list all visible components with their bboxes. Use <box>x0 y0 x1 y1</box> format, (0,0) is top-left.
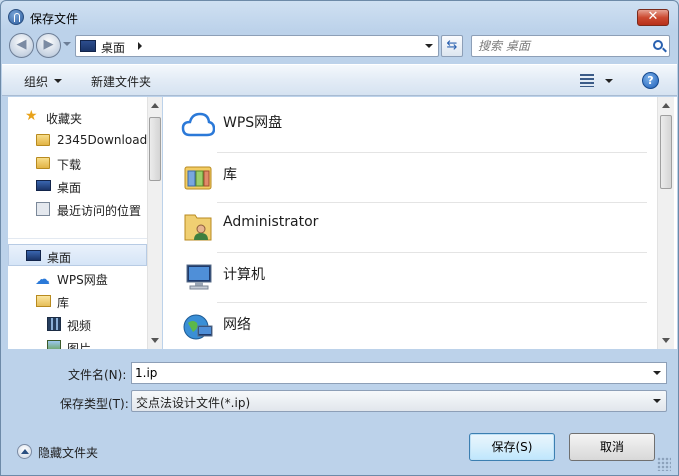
nav-item-label: 桌面 <box>57 181 82 195</box>
address-crumb[interactable]: 桌面 <box>101 39 125 56</box>
address-bar[interactable]: 桌面 <box>75 35 439 57</box>
scroll-up-icon[interactable] <box>151 103 159 108</box>
video-icon <box>47 317 61 331</box>
folder-icon <box>36 134 50 146</box>
nav-item-2345downloads[interactable]: 2345Downloads <box>8 129 147 151</box>
window-title: 保存文件 <box>30 12 79 26</box>
help-icon[interactable]: ? <box>642 72 659 89</box>
refresh-button[interactable]: ⇆ <box>441 35 463 57</box>
filetype-select[interactable]: 交点法设计文件(*.ip) <box>131 390 667 412</box>
refresh-icon: ⇆ <box>446 38 458 53</box>
chevron-right-icon[interactable] <box>138 42 142 50</box>
list-item-computer[interactable]: 计算机 <box>177 252 647 302</box>
save-file-dialog: 保存文件 ✕ ◀ ▶ 桌面 ⇆ 组织 新建文件夹 ? ★ 收藏夹 2345Dow <box>0 0 679 476</box>
desktop-icon <box>36 180 51 191</box>
filename-combobox[interactable] <box>131 362 667 384</box>
filetype-value: 交点法设计文件(*.ip) <box>136 396 251 410</box>
view-options-icon[interactable] <box>580 74 594 87</box>
nav-divider <box>8 238 147 239</box>
desktop-icon <box>80 40 96 52</box>
resize-grip[interactable] <box>657 457 671 471</box>
list-item-library[interactable]: 库 <box>177 152 647 202</box>
filename-input[interactable] <box>135 365 635 381</box>
nav-item-label: 2345Downloads <box>57 133 147 147</box>
chevron-down-icon[interactable] <box>653 371 661 375</box>
nav-item-label: 最近访问的位置 <box>57 204 142 218</box>
back-button[interactable]: ◀ <box>9 33 34 58</box>
title-bar: 保存文件 ✕ <box>1 1 678 31</box>
recent-locations-dropdown[interactable] <box>63 42 71 46</box>
view-dropdown-icon[interactable] <box>605 79 613 83</box>
computer-icon <box>186 264 212 290</box>
scroll-down-icon[interactable] <box>662 338 670 343</box>
nav-tree: ★ 收藏夹 2345Downloads 下载 桌面 最近访问的位置 桌面 ☁ W… <box>8 97 147 349</box>
chevron-up-icon[interactable] <box>17 444 32 459</box>
new-folder-button[interactable]: 新建文件夹 <box>91 73 151 90</box>
list-item-label: Administrator <box>223 214 319 230</box>
nav-item-recent-places[interactable]: 最近访问的位置 <box>8 198 147 220</box>
file-list: WPS网盘 库 Administrator 计算机 网络 <box>163 97 657 349</box>
search-icon[interactable] <box>653 40 663 50</box>
desktop-icon <box>26 250 41 261</box>
hide-folders-toggle[interactable]: 隐藏文件夹 <box>17 443 127 461</box>
scroll-down-icon[interactable] <box>151 338 159 343</box>
search-box[interactable] <box>471 35 670 57</box>
nav-item-label: 收藏夹 <box>46 112 83 126</box>
pictures-icon <box>47 340 61 349</box>
scroll-up-icon[interactable] <box>662 103 670 108</box>
nav-item-label: WPS网盘 <box>57 273 108 287</box>
list-item-administrator[interactable]: Administrator <box>177 202 647 252</box>
save-button[interactable]: 保存(S) <box>469 433 555 461</box>
forward-button[interactable]: ▶ <box>36 33 61 58</box>
app-icon <box>8 9 24 25</box>
file-list-pane: WPS网盘 库 Administrator 计算机 网络 <box>163 97 677 349</box>
nav-item-wps-cloud[interactable]: ☁ WPS网盘 <box>8 267 147 289</box>
nav-item-library[interactable]: 库 <box>8 290 147 312</box>
chevron-down-icon[interactable] <box>54 79 62 83</box>
nav-item-downloads[interactable]: 下载 <box>8 152 147 174</box>
star-icon: ★ <box>25 108 38 124</box>
library-icon <box>36 295 51 307</box>
address-dropdown-icon[interactable] <box>425 44 433 48</box>
nav-item-label: 库 <box>57 296 70 310</box>
scroll-thumb[interactable] <box>149 117 161 181</box>
cloud-icon: ☁ <box>35 270 50 288</box>
download-folder-icon <box>36 157 50 169</box>
library-icon <box>184 166 212 190</box>
chevron-down-icon[interactable] <box>653 399 661 403</box>
list-item-label: 网络 <box>223 317 251 333</box>
list-item-wps-cloud[interactable]: WPS网盘 <box>177 100 647 150</box>
recent-places-icon <box>36 202 50 216</box>
navigation-pane: ★ 收藏夹 2345Downloads 下载 桌面 最近访问的位置 桌面 ☁ W… <box>8 97 162 349</box>
nav-item-videos[interactable]: 视频 <box>8 313 147 335</box>
nav-item-desktop-fav[interactable]: 桌面 <box>8 175 147 197</box>
nav-item-label: 下载 <box>57 158 82 172</box>
arrow-right-icon: ▶ <box>43 37 54 52</box>
user-folder-icon <box>184 214 212 241</box>
nav-item-favorites[interactable]: ★ 收藏夹 <box>8 106 147 128</box>
list-item-label: 库 <box>223 167 237 183</box>
nav-item-label: 图片 <box>67 342 92 349</box>
file-list-scrollbar[interactable] <box>657 97 674 349</box>
filetype-label: 保存类型(T): <box>60 397 129 411</box>
list-item-network[interactable]: 网络 <box>177 302 647 349</box>
list-item-label: 计算机 <box>223 267 265 283</box>
nav-item-label: 视频 <box>67 319 92 333</box>
scroll-thumb[interactable] <box>660 115 672 189</box>
organize-button[interactable]: 组织 <box>24 73 48 90</box>
hide-folders-label[interactable]: 隐藏文件夹 <box>38 444 98 461</box>
network-icon <box>183 314 213 340</box>
cancel-button[interactable]: 取消 <box>569 433 655 461</box>
list-item-label: WPS网盘 <box>223 115 283 131</box>
nav-item-pictures[interactable]: 图片 <box>8 336 147 349</box>
nav-item-label: 桌面 <box>47 251 72 265</box>
toolbar: 组织 新建文件夹 ? <box>2 64 677 96</box>
nav-scrollbar[interactable] <box>147 97 162 349</box>
filename-label: 文件名(N): <box>68 368 127 382</box>
search-input[interactable] <box>478 38 644 54</box>
cloud-icon <box>181 112 215 137</box>
nav-item-desktop[interactable]: 桌面 <box>8 244 147 266</box>
close-button[interactable]: ✕ <box>637 9 669 26</box>
arrow-left-icon: ◀ <box>16 37 27 52</box>
